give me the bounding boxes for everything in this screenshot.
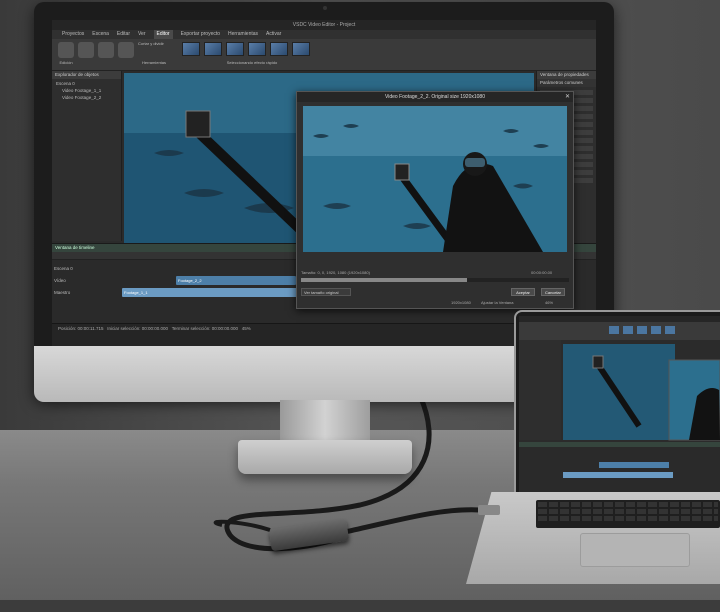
ribbon-toolbar: Edición Cortar y dividir Herramientas Se… — [52, 39, 596, 71]
key-row — [538, 509, 718, 514]
quick-effect-thumb[interactable] — [270, 42, 288, 56]
monitor-camera — [323, 6, 327, 10]
menu-item[interactable]: Ver — [138, 30, 146, 39]
track-label: Maestro — [54, 290, 71, 295]
properties-title: Ventana de propiedades — [537, 71, 596, 79]
menu-item-active[interactable]: Editor — [153, 30, 173, 39]
status-selection: Iniciar selección: 00:00:00.000 — [107, 326, 169, 331]
quick-effect-thumb[interactable] — [248, 42, 266, 56]
quick-effect-thumb[interactable] — [182, 42, 200, 56]
zoom-level: 45% — [241, 326, 251, 331]
object-explorer: Explorador de objetos Escena 0 Video Foo… — [52, 71, 122, 241]
crop-label: Cortar y dividir — [138, 41, 164, 46]
menu-item[interactable]: Editar — [117, 30, 130, 39]
cursor-tool-icon[interactable] — [58, 42, 74, 58]
effects-tool-icon[interactable] — [98, 42, 114, 58]
crop-dialog: Video Footage_2_2. Original size 1920x10… — [296, 91, 574, 309]
laptop-trackpad — [580, 533, 690, 567]
ribbon-group-label: Edición — [59, 60, 73, 65]
status-position: Posición: 00:00:11.715 — [58, 326, 104, 331]
dialog-title: Video Footage_2_2. Original size 1920x10… — [297, 92, 573, 102]
timeline-clip[interactable]: Footage_2_2 — [176, 276, 296, 285]
properties-subtitle: Parámetros comunes — [537, 79, 596, 87]
status-end: Terminar selección: 00:00:00.000 — [171, 326, 238, 331]
quick-effect-thumb[interactable] — [204, 42, 222, 56]
object-tool-icon[interactable] — [78, 42, 94, 58]
menu-item[interactable]: Escena — [92, 30, 109, 39]
timeline-clip[interactable]: Footage_1_1 — [122, 288, 302, 297]
menu-item[interactable]: Exportar proyecto — [181, 30, 220, 39]
audio-tool-icon[interactable] — [118, 42, 134, 58]
quick-effect-thumb[interactable] — [226, 42, 244, 56]
dialog-info: Tamaño: 0, 0, 1920, 1080 (1920x1080) 00:… — [301, 270, 552, 275]
playback-progress — [301, 278, 468, 282]
view-size-select[interactable]: Ver tamaño original — [301, 288, 351, 296]
menu-item[interactable]: Activar — [266, 30, 281, 39]
app-title: VSDC Video Editor - Project — [52, 20, 596, 30]
track-label: Vídeo — [54, 278, 66, 283]
explorer-item[interactable]: Video Footage_2_2 — [52, 93, 121, 100]
footer-size: 1920x1080 — [451, 300, 471, 305]
cancel-button[interactable]: Cancelar — [541, 288, 565, 296]
explorer-item[interactable]: Escena 0 — [52, 79, 121, 86]
laptop-app-mirror — [519, 316, 720, 492]
ribbon-group-label: Seleccionando efecto rápido — [226, 60, 278, 65]
dialog-video-preview[interactable] — [303, 106, 567, 252]
quick-effect-thumb[interactable] — [292, 42, 310, 56]
menu-item[interactable]: Herramientas — [228, 30, 258, 39]
menu-bar: Proyectos Escena Editar Ver Editor Expor… — [52, 30, 596, 39]
footer-zoom: 46% — [545, 300, 554, 305]
timecode: 00:00:00.00 — [531, 270, 553, 275]
usb-c-plug — [478, 505, 500, 515]
crop-size-text: Tamaño: 0, 0, 1920, 1080 (1920x1080) — [301, 270, 370, 275]
laptop-keyboard — [536, 500, 720, 528]
diver-scene — [303, 106, 567, 252]
monitor-stand-neck — [280, 400, 370, 444]
monitor-stand-foot — [238, 440, 412, 474]
key-row — [538, 516, 718, 521]
key-row — [538, 502, 718, 507]
explorer-item[interactable]: Video Footage_1_1 — [52, 86, 121, 93]
playback-slider[interactable] — [301, 278, 569, 282]
close-icon[interactable]: ✕ — [565, 93, 570, 100]
monitor-screen: VSDC Video Editor - Project Proyectos Es… — [52, 20, 596, 346]
laptop-screen — [519, 316, 720, 492]
ok-button[interactable]: Aceptar — [511, 288, 535, 296]
menu-item[interactable]: Proyectos — [62, 30, 84, 39]
fit-window-button[interactable]: Ajustar la Ventana — [481, 300, 531, 305]
track-label: Escena 0 — [54, 266, 73, 271]
ribbon-group-label: Herramientas — [142, 60, 167, 65]
explorer-title: Explorador de objetos — [52, 71, 121, 79]
